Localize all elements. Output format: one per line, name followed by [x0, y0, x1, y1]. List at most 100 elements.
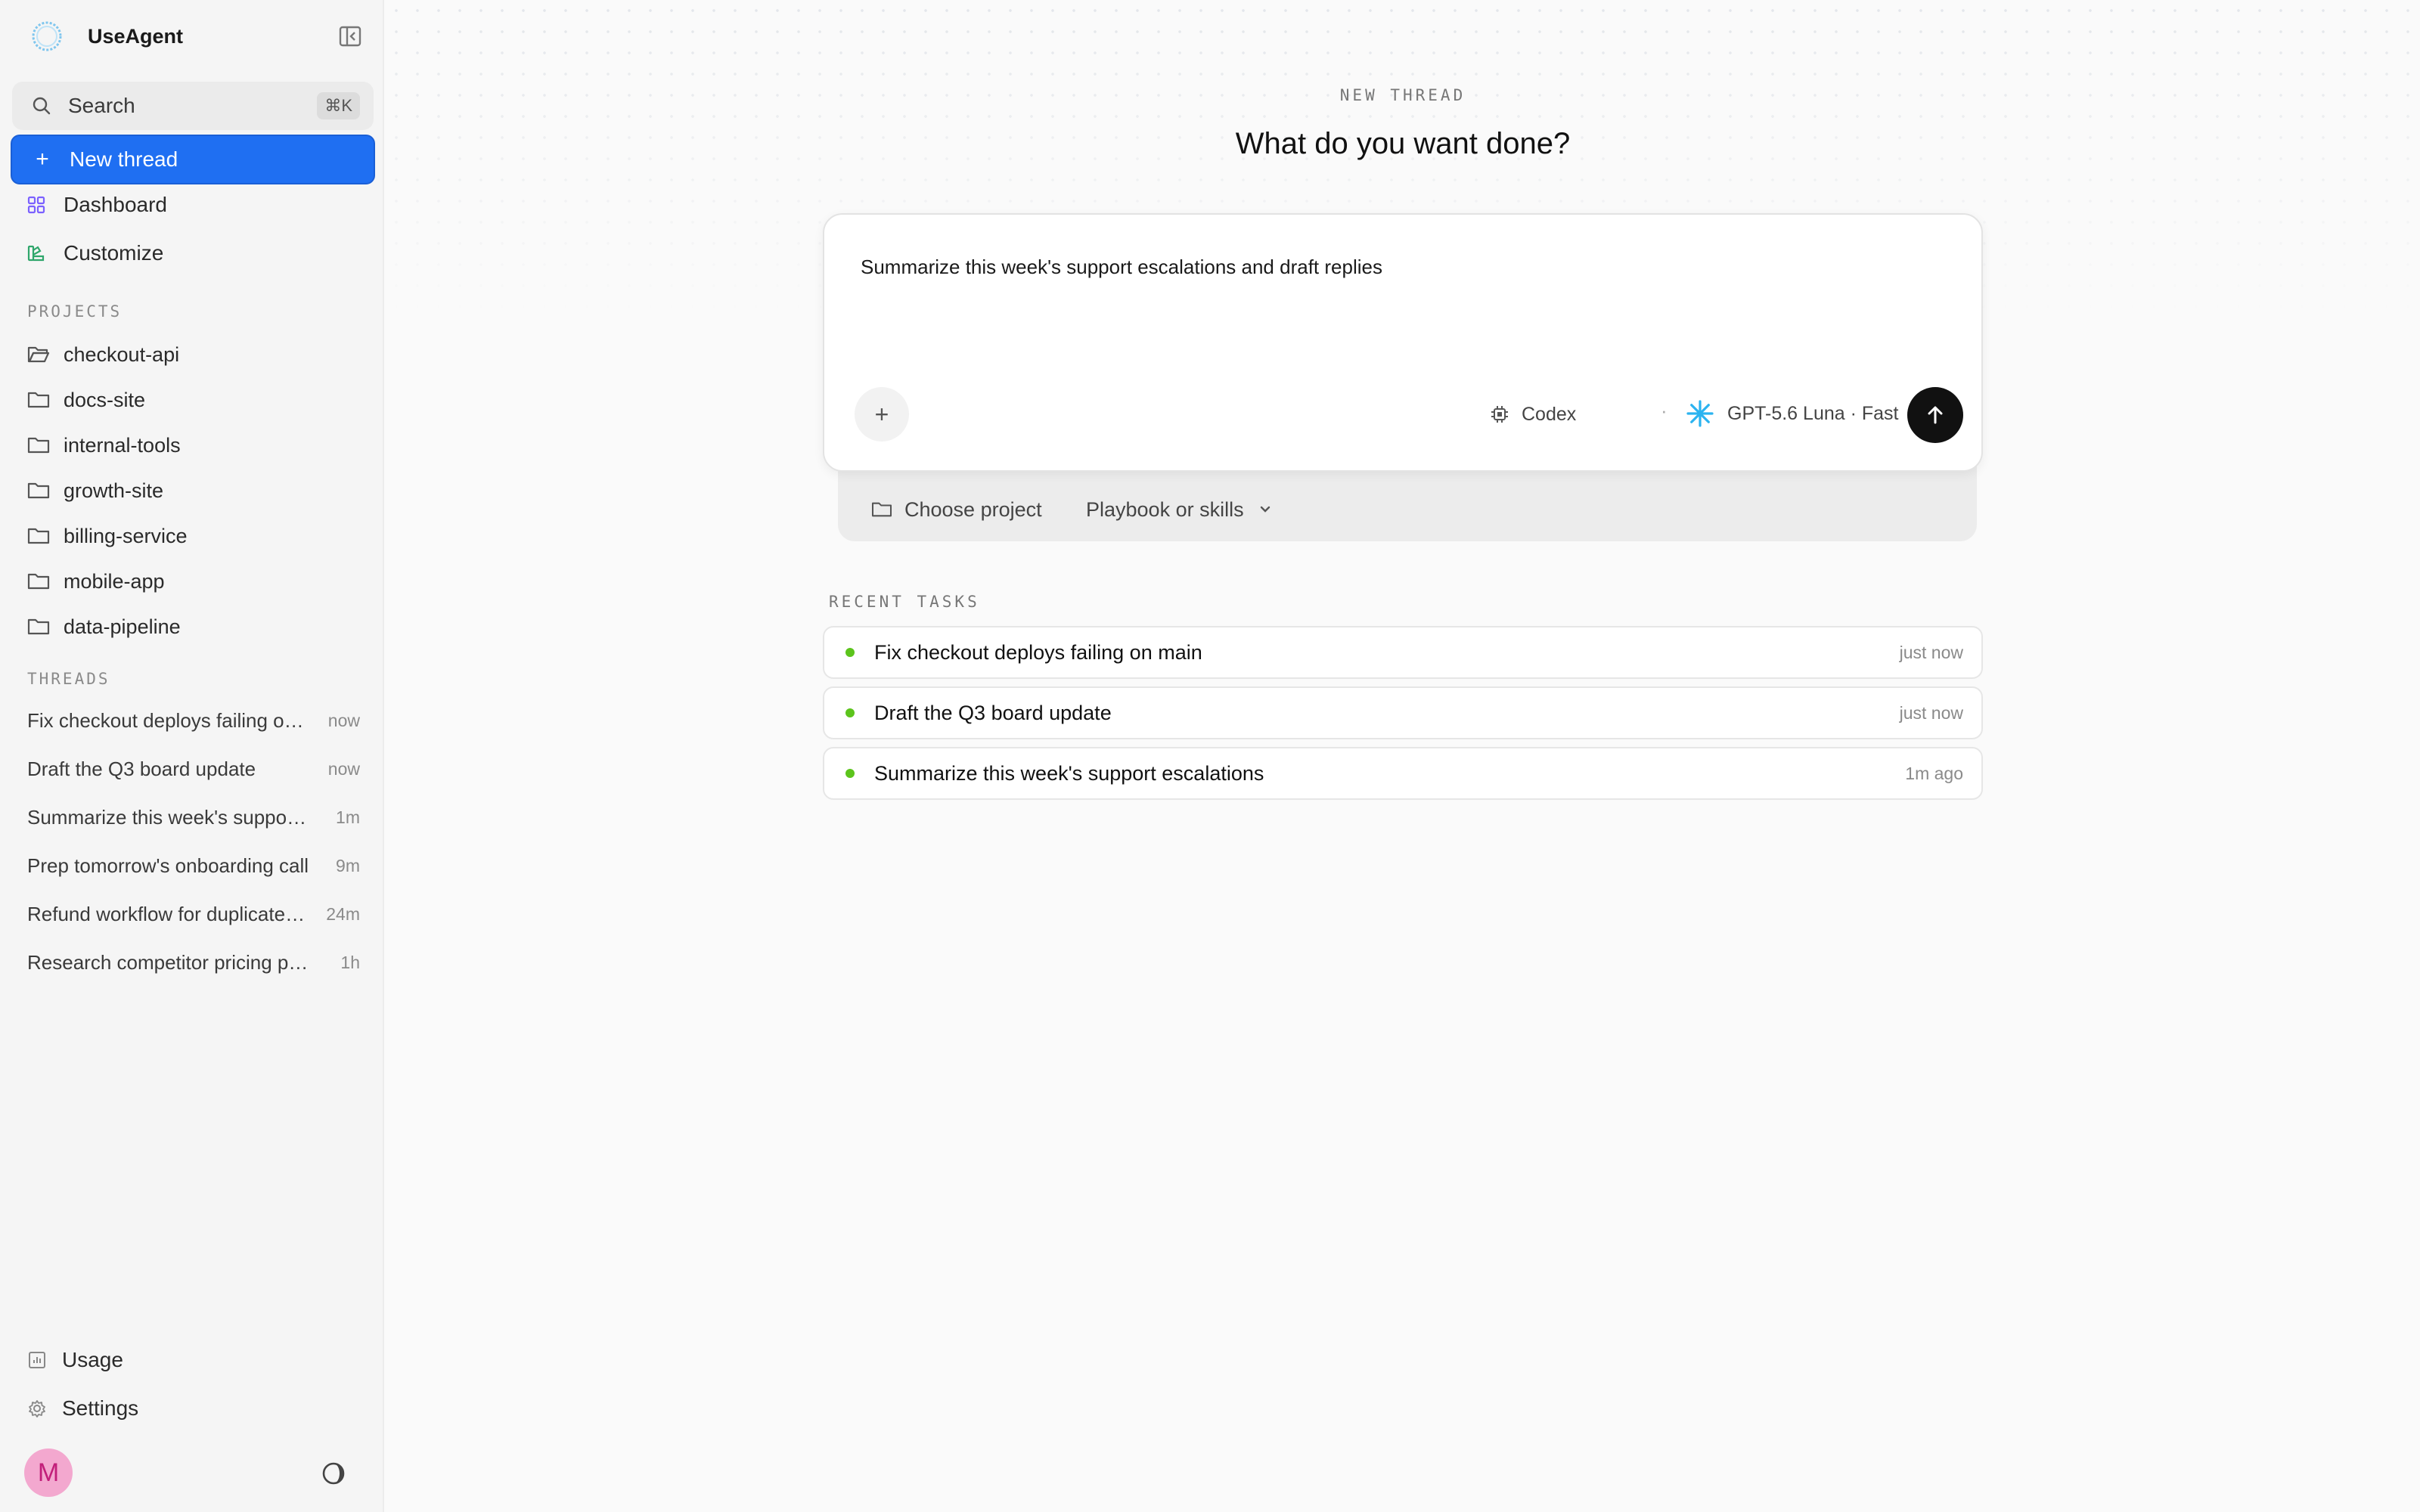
- theme-toggle-icon[interactable]: [321, 1461, 346, 1486]
- send-button[interactable]: [1907, 387, 1963, 443]
- task-time: just now: [1899, 702, 1963, 723]
- status-dot: [845, 769, 855, 778]
- task-label: Draft the Q3 board update: [874, 701, 1112, 724]
- thread-time: 1h: [340, 952, 360, 972]
- project-item[interactable]: checkout-api: [27, 336, 179, 373]
- thread-time: now: [327, 710, 360, 730]
- folder-icon: [27, 573, 50, 590]
- search-bar[interactable]: Search ⌘K: [12, 82, 374, 130]
- separator-dot: ·: [1661, 399, 1668, 422]
- app-logo-icon: [32, 21, 62, 51]
- search-label: Search: [68, 94, 135, 117]
- recent-task-item[interactable]: Fix checkout deploys failing on main jus…: [823, 626, 1983, 679]
- page-title: What do you want done?: [1235, 127, 1571, 160]
- sidebar-item-usage[interactable]: Usage: [27, 1341, 123, 1379]
- sidebar-item-label: Customize: [64, 241, 164, 265]
- project-item[interactable]: internal-tools: [27, 426, 181, 464]
- project-label: mobile-app: [64, 569, 165, 593]
- sidebar-item-label: Usage: [62, 1348, 123, 1371]
- sidebar-collapse-icon[interactable]: [337, 24, 363, 48]
- folder-icon: [871, 502, 892, 517]
- page-eyebrow: NEW THREAD: [1339, 86, 1466, 104]
- agent-label: Codex: [1522, 403, 1577, 425]
- arrow-up-icon: [1928, 406, 1943, 424]
- agent-selector[interactable]: Codex: [1490, 401, 1576, 428]
- thread-label: Fix checkout deploys failing on main: [27, 708, 310, 732]
- project-label: data-pipeline: [64, 615, 181, 638]
- recent-tasks-label: RECENT TASKS: [829, 593, 980, 611]
- project-item[interactable]: billing-service: [27, 517, 188, 555]
- thread-item[interactable]: Refund workflow for duplicate charges 24…: [27, 895, 360, 933]
- thread-time: now: [327, 758, 360, 779]
- status-dot: [845, 708, 855, 717]
- model-label: GPT-5.6 Luna · Fast: [1727, 402, 1899, 424]
- thread-item[interactable]: Summarize this week's support escalation…: [27, 798, 360, 836]
- composer: Summarize this week's support escalation…: [823, 213, 1983, 472]
- attach-button[interactable]: +: [855, 387, 909, 442]
- folder-icon: [27, 528, 50, 544]
- prompt-input[interactable]: Summarize this week's support escalation…: [861, 256, 1382, 279]
- task-time: just now: [1899, 642, 1963, 662]
- thread-label: Draft the Q3 board update: [27, 757, 256, 780]
- thread-time: 9m: [336, 855, 360, 875]
- choose-project-button[interactable]: Choose project: [871, 494, 1042, 525]
- sidebar-item-customize[interactable]: Customize: [27, 234, 163, 272]
- thread-time: 24m: [326, 903, 360, 924]
- chip-icon: [1491, 406, 1508, 423]
- project-label: growth-site: [64, 479, 164, 502]
- task-time: 1m ago: [1905, 763, 1963, 783]
- search-shortcut-badge: ⌘K: [317, 92, 360, 119]
- playbook-skills-dropdown[interactable]: Playbook or skills: [1086, 494, 1273, 525]
- project-item[interactable]: growth-site: [27, 472, 163, 510]
- thread-label: Refund workflow for duplicate charges: [27, 902, 310, 925]
- status-dot: [845, 648, 855, 657]
- recent-task-item[interactable]: Summarize this week's support escalation…: [823, 747, 1983, 800]
- thread-item[interactable]: Research competitor pricing pages 1h: [27, 943, 360, 981]
- chart-icon: [29, 1352, 45, 1368]
- main-panel: NEW THREAD What do you want done? Choose…: [386, 0, 2420, 1512]
- project-item[interactable]: data-pipeline: [27, 608, 181, 646]
- palette-icon: [27, 245, 45, 262]
- chevron-down-icon: [1260, 506, 1270, 513]
- thread-item[interactable]: Prep tomorrow's onboarding call 9m: [27, 847, 360, 885]
- threads-section-label: THREADS: [27, 670, 110, 688]
- avatar[interactable]: M: [24, 1448, 73, 1497]
- choose-project-label: Choose project: [904, 497, 1042, 521]
- folder-icon: [27, 392, 50, 408]
- project-label: checkout-api: [64, 342, 180, 366]
- thread-item[interactable]: Fix checkout deploys failing on main now: [27, 702, 360, 739]
- sidebar-item-label: Settings: [62, 1396, 139, 1420]
- sidebar-item-settings[interactable]: Settings: [27, 1390, 138, 1427]
- app-name: UseAgent: [88, 24, 184, 48]
- folder-icon: [27, 437, 50, 454]
- playbook-skills-label: Playbook or skills: [1086, 497, 1244, 521]
- folder-icon: [27, 618, 50, 635]
- project-label: docs-site: [64, 388, 146, 411]
- new-thread-button[interactable]: + New thread: [11, 135, 375, 184]
- sidebar: UseAgent Search ⌘K + New thread Dashboar…: [0, 0, 384, 1512]
- sidebar-item-dashboard[interactable]: Dashboard: [27, 186, 167, 224]
- thread-label: Summarize this week's support escalation…: [27, 805, 310, 829]
- project-label: billing-service: [64, 524, 188, 547]
- new-thread-label: New thread: [70, 147, 178, 171]
- thread-label: Research competitor pricing pages: [27, 950, 310, 974]
- project-item[interactable]: mobile-app: [27, 562, 165, 600]
- gear-icon: [29, 1400, 45, 1418]
- search-icon: [33, 97, 51, 115]
- plus-icon: +: [36, 147, 49, 172]
- thread-label: Prep tomorrow's onboarding call: [27, 854, 309, 877]
- thread-time: 1m: [336, 807, 360, 827]
- task-label: Fix checkout deploys failing on main: [874, 640, 1202, 664]
- sidebar-item-label: Dashboard: [64, 193, 167, 216]
- recent-task-item[interactable]: Draft the Q3 board update just now: [823, 686, 1983, 739]
- folder-open-icon: [27, 346, 50, 363]
- sparkle-icon: [1686, 400, 1714, 427]
- project-item[interactable]: docs-site: [27, 381, 145, 419]
- thread-item[interactable]: Draft the Q3 board update now: [27, 750, 360, 788]
- project-label: internal-tools: [64, 433, 181, 457]
- brand[interactable]: UseAgent: [27, 17, 183, 56]
- model-selector[interactable]: GPT-5.6 Luna · Fast: [1685, 398, 1928, 429]
- projects-section-label: PROJECTS: [27, 302, 123, 321]
- grid-icon: [27, 196, 45, 214]
- folder-icon: [27, 482, 50, 499]
